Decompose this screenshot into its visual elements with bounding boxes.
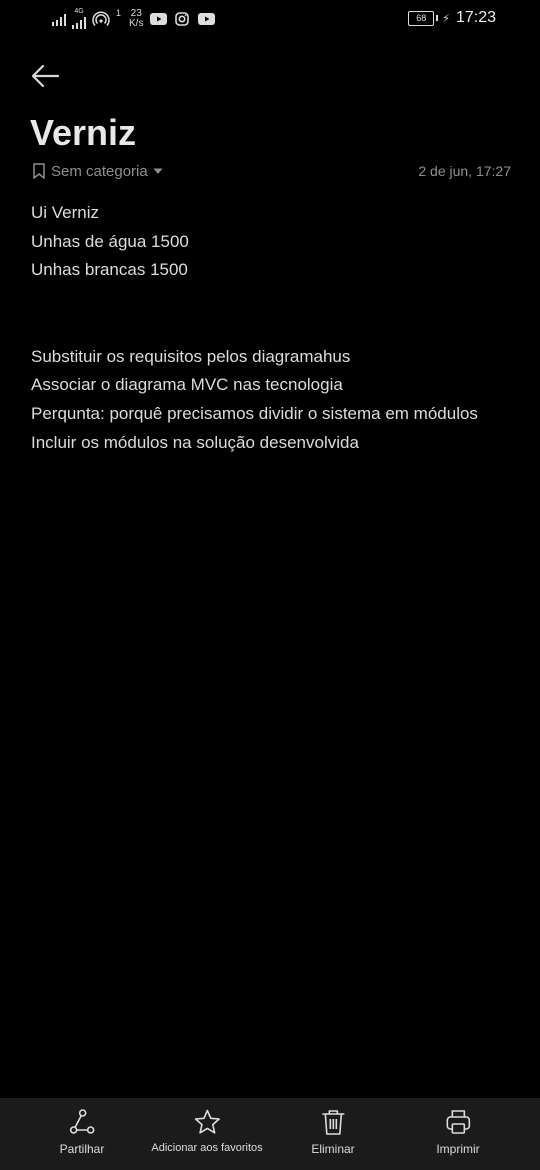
delete-label: Eliminar (311, 1142, 355, 1156)
share-label: Partilhar (59, 1142, 105, 1156)
add-favorite-button[interactable]: Adicionar aos favoritos (151, 1108, 263, 1154)
favorite-label: Adicionar aos favoritos (151, 1142, 263, 1154)
bookmark-icon (33, 163, 45, 179)
blank-lines (31, 285, 521, 343)
printer-icon (446, 1110, 470, 1134)
net-speed-unit: K/s (129, 17, 144, 29)
delete-button[interactable]: Eliminar (311, 1108, 355, 1156)
trash-icon (322, 1110, 344, 1135)
note-meta: Sem categoria 2 de jun, 17:27 (31, 162, 511, 184)
share-icon (70, 1109, 95, 1134)
charging-icon: ⚡ (442, 12, 450, 25)
note-line: Incluir os módulos na solução desenvolvi… (31, 432, 359, 452)
note-date: 2 de jun, 17:27 (418, 163, 511, 179)
net-speed: 23 K/s (129, 7, 144, 29)
hotspot-count: 1 (116, 7, 122, 18)
status-left: 4G 1 23 K/s (52, 8, 215, 29)
instagram-icon (173, 11, 191, 26)
youtube-icon-2 (197, 12, 215, 26)
note-body[interactable]: Ui Verniz Unhas de água 1500 Unhas branc… (31, 199, 521, 457)
clock: 17:23 (455, 9, 496, 26)
note-line: Unhas brancas 1500 (31, 260, 188, 280)
category-selector[interactable]: Sem categoria (31, 162, 164, 180)
status-bar: 4G 1 23 K/s 68 ⚡ 17:23 (0, 0, 540, 40)
star-icon (194, 1109, 220, 1134)
youtube-icon (149, 12, 167, 26)
arrow-left-icon (31, 64, 60, 88)
note-line: Substituir os requisitos pelos diagramah… (31, 346, 351, 366)
bottom-action-bar: Partilhar Adicionar aos favoritos Elimin… (0, 1098, 540, 1170)
status-right: 68 ⚡ 17:23 (408, 9, 496, 27)
note-line: Perqunta: porquê precisamos dividir o si… (31, 403, 478, 423)
category-label: Sem categoria (51, 162, 148, 180)
print-label: Imprimir (436, 1142, 480, 1156)
note-line: Unhas de água 1500 (31, 231, 189, 251)
share-button[interactable]: Partilhar (59, 1108, 105, 1156)
caret-down-icon (153, 168, 163, 174)
note-title[interactable]: Verniz (30, 112, 136, 154)
battery-icon: 68 (408, 10, 439, 26)
note-line: Associar o diagrama MVC nas tecnologia (31, 375, 343, 395)
print-button[interactable]: Imprimir (436, 1108, 480, 1156)
hotspot-icon (92, 10, 110, 26)
net-speed-value: 23 (130, 7, 142, 19)
battery-level: 68 (416, 12, 427, 23)
network-type: 4G (74, 8, 84, 15)
signal-2-icon (72, 15, 86, 29)
signal-2-group: 4G (72, 8, 86, 29)
signal-1-icon (52, 12, 66, 26)
note-line: Ui Verniz (31, 203, 100, 222)
back-button[interactable] (28, 58, 64, 94)
